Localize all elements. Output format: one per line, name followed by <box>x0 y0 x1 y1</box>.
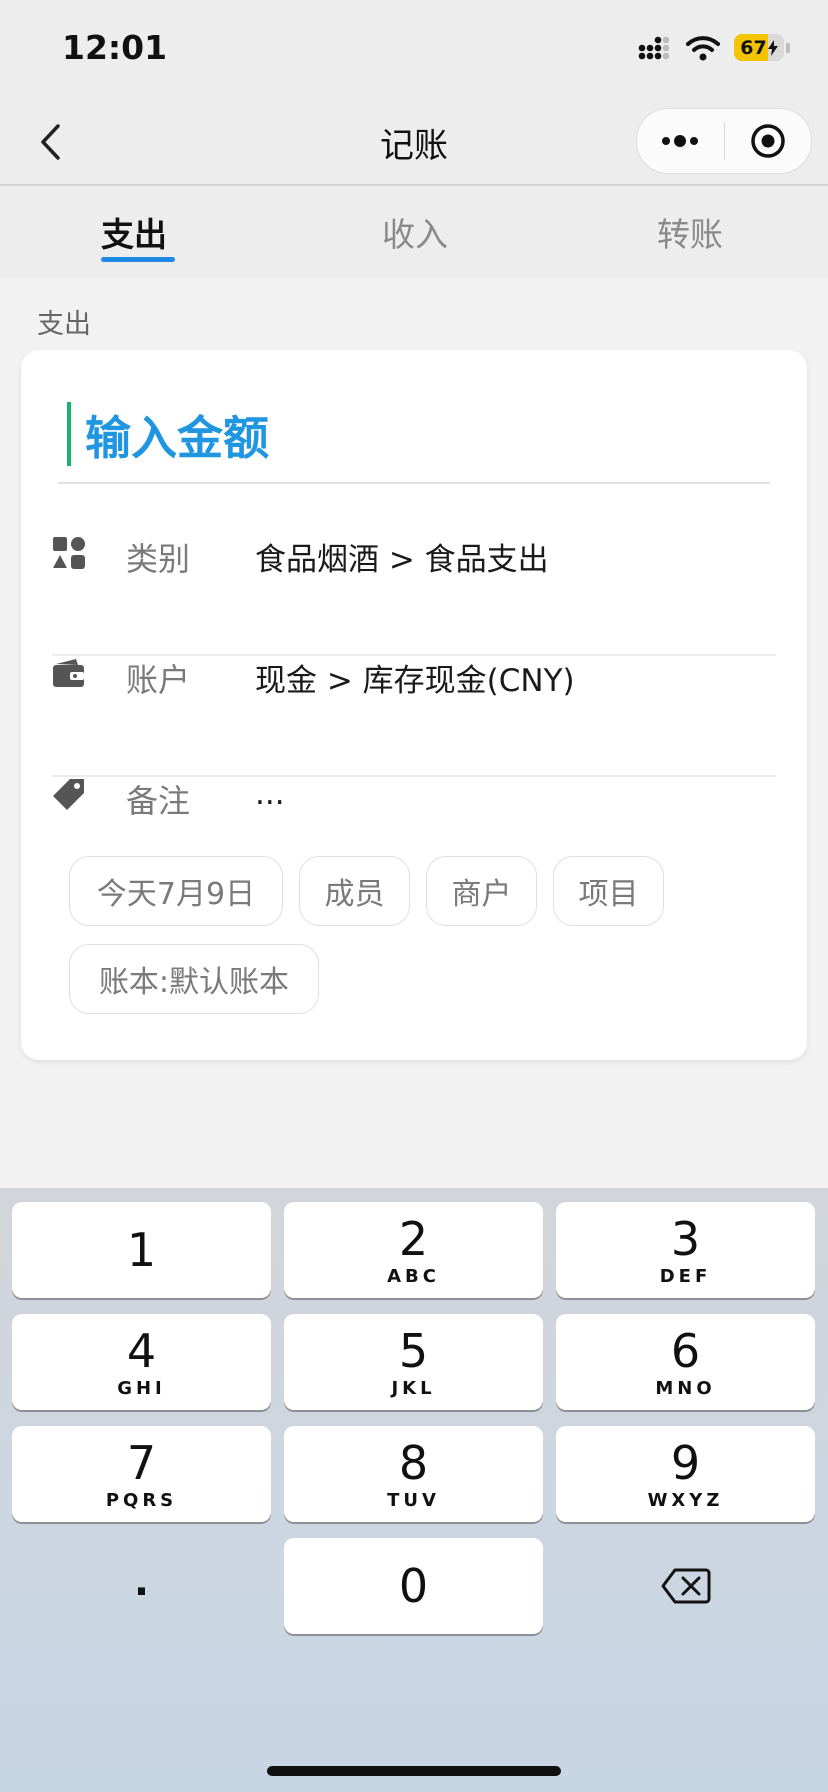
tag-icon <box>53 779 84 810</box>
key-digit: 8 <box>398 1435 429 1490</box>
key-digit: 1 <box>126 1223 157 1277</box>
numeric-keyboard: 1 2 ABC 3 DEF 4 GHI 5 JKL 6 MNO 7 PQRS 8… <box>0 1188 828 1792</box>
home-indicator <box>267 1766 561 1776</box>
key-letters: TUV <box>387 1489 440 1511</box>
key-7[interactable]: 7 PQRS <box>12 1426 271 1522</box>
backspace-icon <box>661 1568 710 1604</box>
merchant-chip[interactable]: 商户 <box>426 856 537 926</box>
account-label: 账户 <box>126 661 191 699</box>
status-bar: 12:01 67 <box>0 0 828 100</box>
active-tab-indicator <box>101 257 175 262</box>
mini-program-capsule <box>636 108 812 174</box>
key-0[interactable]: 0 <box>284 1538 543 1634</box>
battery-indicator: 67 <box>734 34 790 61</box>
key-3[interactable]: 3 DEF <box>556 1202 815 1298</box>
decimal-point: . <box>133 1559 150 1605</box>
amount-placeholder: 输入金额 <box>85 411 269 465</box>
key-digit: 5 <box>398 1323 429 1378</box>
note-label: 备注 <box>126 782 191 820</box>
project-chip[interactable]: 项目 <box>553 856 664 926</box>
account-value: 现金 > 库存现金(CNY) <box>255 663 575 699</box>
member-chip[interactable]: 成员 <box>299 856 410 926</box>
key-8[interactable]: 8 TUV <box>284 1426 543 1522</box>
key-letters: MNO <box>655 1377 716 1399</box>
delete-key[interactable] <box>556 1538 815 1634</box>
key-letters: DEF <box>659 1265 712 1287</box>
key-9[interactable]: 9 WXYZ <box>556 1426 815 1522</box>
key-1[interactable]: 1 <box>12 1202 271 1298</box>
more-button[interactable] <box>637 109 724 173</box>
key-digit: 7 <box>126 1435 157 1490</box>
key-letters: GHI <box>117 1377 166 1399</box>
tab-transfer[interactable]: 转账 <box>657 208 723 256</box>
signal-icon <box>638 36 670 59</box>
date-chip[interactable]: 今天7月9日 <box>69 856 283 926</box>
more-dots-icon <box>662 135 699 147</box>
key-letters: ABC <box>387 1265 440 1287</box>
category-icon <box>53 537 85 569</box>
status-time: 12:01 <box>62 28 168 67</box>
status-icons: 67 <box>638 34 790 61</box>
category-row[interactable]: 类别 食品烟酒 > 食品支出 <box>52 534 776 656</box>
key-digit: 6 <box>670 1323 701 1378</box>
note-value: ... <box>255 776 285 812</box>
target-icon <box>751 124 785 158</box>
key-letters: WXYZ <box>647 1489 724 1511</box>
wifi-icon <box>686 35 720 60</box>
tab-income[interactable]: 收入 <box>382 208 448 256</box>
wallet-icon <box>53 659 84 687</box>
close-miniprogram-button[interactable] <box>725 109 812 173</box>
category-label: 类别 <box>126 540 191 578</box>
key-digit: 2 <box>398 1211 429 1266</box>
category-value: 食品烟酒 > 食品支出 <box>255 542 549 578</box>
ledger-chip[interactable]: 账本:默认账本 <box>69 944 319 1014</box>
record-form-card: 输入金额 类别 食品烟酒 > 食品支出 账户 现金 > 库存现金(CNY) 备注… <box>21 350 807 1060</box>
key-digit: 3 <box>670 1211 701 1266</box>
key-4[interactable]: 4 GHI <box>12 1314 271 1410</box>
charging-icon <box>767 39 778 56</box>
key-6[interactable]: 6 MNO <box>556 1314 815 1410</box>
key-letters: JKL <box>391 1377 436 1399</box>
key-2[interactable]: 2 ABC <box>284 1202 543 1298</box>
section-label: 支出 <box>37 309 91 340</box>
nav-bar: 记账 <box>0 100 828 186</box>
key-digit: 4 <box>126 1323 157 1378</box>
account-row[interactable]: 账户 现金 > 库存现金(CNY) <box>52 655 776 777</box>
key-decimal[interactable]: . <box>12 1538 271 1634</box>
key-letters: PQRS <box>105 1489 178 1511</box>
type-tabs: 支出 收入 转账 <box>0 186 828 278</box>
key-digit: 9 <box>670 1435 701 1490</box>
tab-expense[interactable]: 支出 <box>101 208 167 256</box>
text-caret <box>67 402 71 466</box>
key-5[interactable]: 5 JKL <box>284 1314 543 1410</box>
key-digit: 0 <box>398 1559 429 1613</box>
battery-level-text: 67 <box>740 36 767 59</box>
